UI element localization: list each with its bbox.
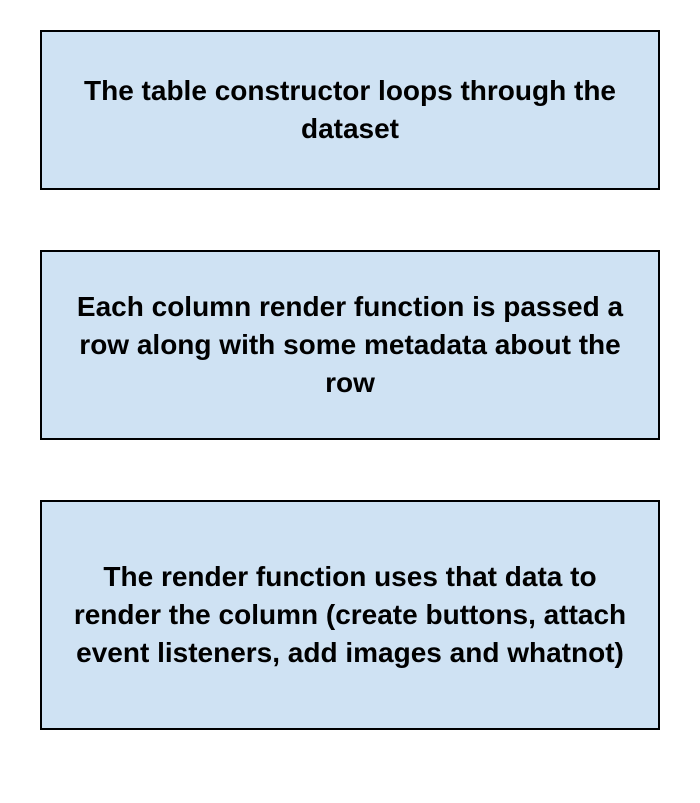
- diagram-step-2-text: Each column render function is passed a …: [70, 288, 630, 401]
- diagram-step-3-text: The render function uses that data to re…: [70, 558, 630, 671]
- diagram-step-1: The table constructor loops through the …: [40, 30, 660, 190]
- diagram-step-1-text: The table constructor loops through the …: [70, 72, 630, 148]
- diagram-step-3: The render function uses that data to re…: [40, 500, 660, 730]
- diagram-step-2: Each column render function is passed a …: [40, 250, 660, 440]
